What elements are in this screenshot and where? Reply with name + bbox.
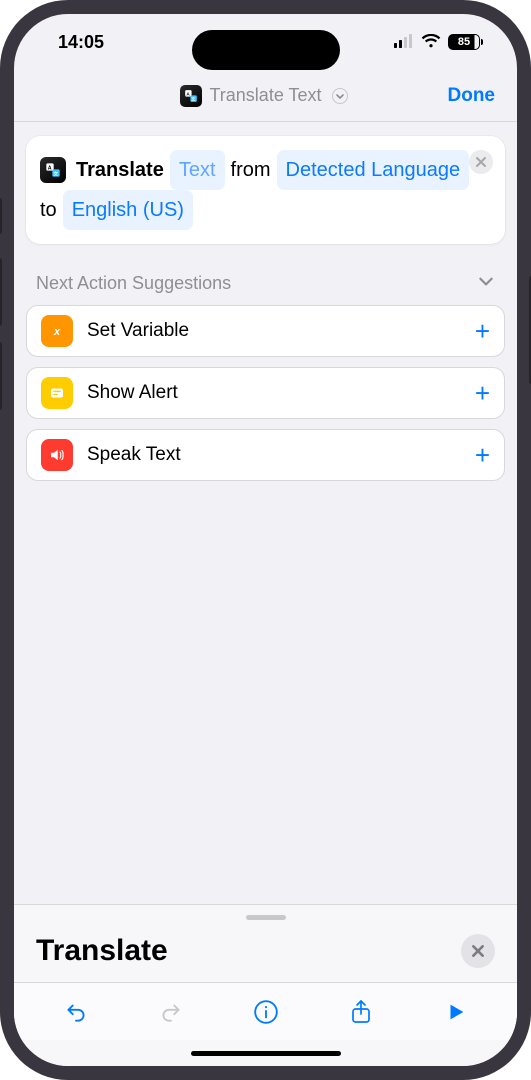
status-time: 14:05: [58, 32, 104, 53]
source-language-token[interactable]: Detected Language: [277, 150, 470, 190]
plus-icon[interactable]: +: [475, 440, 490, 471]
plus-icon[interactable]: +: [475, 316, 490, 347]
navbar-title-group[interactable]: A文 Translate Text: [180, 85, 350, 107]
plus-icon[interactable]: +: [475, 378, 490, 409]
suggestion-speak-text[interactable]: Speak Text +: [26, 429, 505, 481]
suggestion-label: Speak Text: [87, 444, 461, 466]
chevron-down-icon: [477, 272, 495, 295]
svg-text:文: 文: [53, 170, 58, 177]
bottom-sheet[interactable]: Translate: [14, 904, 517, 1066]
translate-app-icon: A文: [40, 157, 66, 183]
suggestion-set-variable[interactable]: x Set Variable +: [26, 305, 505, 357]
remove-action-button[interactable]: [469, 150, 493, 174]
battery-icon: 85: [448, 34, 483, 50]
run-button[interactable]: [439, 995, 473, 1029]
done-button[interactable]: Done: [448, 70, 496, 121]
sheet-title: Translate: [36, 934, 168, 968]
text-input-token[interactable]: Text: [170, 150, 225, 190]
toolbar: [14, 982, 517, 1040]
suggestion-label: Set Variable: [87, 320, 461, 342]
undo-button[interactable]: [59, 995, 93, 1029]
target-language-token[interactable]: English (US): [63, 190, 193, 230]
navbar: A文 Translate Text Done: [14, 70, 517, 122]
close-sheet-button[interactable]: [461, 934, 495, 968]
info-button[interactable]: [249, 995, 283, 1029]
suggestion-label: Show Alert: [87, 382, 461, 404]
home-indicator[interactable]: [14, 1040, 517, 1066]
variable-icon: x: [41, 315, 73, 347]
svg-text:x: x: [53, 326, 61, 338]
svg-text:A: A: [48, 165, 52, 171]
alert-icon: [41, 377, 73, 409]
chevron-down-icon: [329, 85, 351, 107]
translate-app-icon: A文: [180, 85, 202, 107]
action-verb: Translate: [76, 152, 164, 188]
sheet-grabber[interactable]: [246, 915, 286, 920]
translate-action-card: A文 Translate Text from Detected Language…: [26, 136, 505, 244]
share-button[interactable]: [344, 995, 378, 1029]
suggestion-show-alert[interactable]: Show Alert +: [26, 367, 505, 419]
redo-button: [154, 995, 188, 1029]
wifi-icon: [421, 32, 441, 53]
word-to: to: [40, 192, 57, 228]
word-from: from: [231, 152, 271, 188]
suggestions-header-label: Next Action Suggestions: [36, 273, 231, 294]
suggestions-header[interactable]: Next Action Suggestions: [26, 244, 505, 305]
dynamic-island: [192, 30, 340, 70]
cellular-icon: [394, 32, 414, 53]
speaker-icon: [41, 439, 73, 471]
navbar-title: Translate Text: [209, 85, 321, 106]
